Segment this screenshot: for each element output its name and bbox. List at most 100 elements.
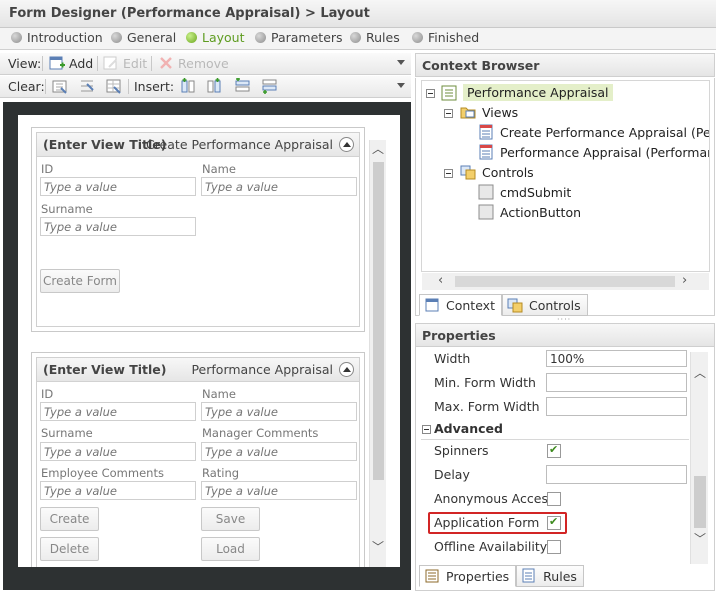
insert-row-above-button[interactable] [234,77,254,94]
create-form-button[interactable]: Create Form [40,269,120,293]
offline-availability-checkbox[interactable] [547,540,561,554]
load-button[interactable]: Load [201,537,260,561]
step-label: Rules [366,30,400,45]
step-rules[interactable]: Rules [350,30,400,45]
collapse-toggle-icon[interactable] [426,89,435,98]
scroll-up-icon[interactable]: ︿ [694,364,706,381]
tab-label: Controls [528,297,581,313]
advanced-label: Advanced [434,421,503,436]
collapse-toggle-icon[interactable] [444,109,453,118]
insert-column-left-button[interactable] [180,78,200,94]
surname-label: Surname [41,426,93,440]
clear-cell-button[interactable] [52,78,72,94]
advanced-section[interactable]: Advanced [421,420,689,440]
control-icon [478,204,494,220]
properties-scroll-thumb[interactable] [694,476,706,528]
properties-header: Properties [415,323,715,347]
view-create-performance-appraisal[interactable]: (Enter View Title) Create Performance Ap… [31,127,365,332]
toolbar-overflow-icon[interactable] [397,83,405,88]
add-view-button[interactable]: Add [49,55,93,71]
canvas-scrollbar[interactable]: ︿ ﹀ [369,140,386,567]
step-layout[interactable]: Layout [186,30,245,45]
insert-row-below-icon [261,78,277,94]
collapse-toggle-icon[interactable] [444,169,453,178]
hscroll-thumb[interactable] [455,276,675,287]
controls-icon [460,164,476,180]
tree-node-form[interactable]: Performance Appraisal [441,84,613,101]
form-surface: (Enter View Title) Create Performance Ap… [18,115,400,567]
canvas-scroll-thumb[interactable] [373,162,384,480]
spinners-checkbox[interactable] [547,443,561,458]
save-button[interactable]: Save [201,507,260,531]
name-input[interactable] [201,177,357,196]
manager-comments-label: Manager Comments [202,426,319,440]
context-tree-hscrollbar[interactable]: ‹ › [422,273,709,290]
tree-node-view-2[interactable]: Performance Appraisal (Performance [478,144,709,160]
name-label: Name [202,387,236,401]
id-input[interactable] [40,402,196,421]
name-input[interactable] [201,402,357,421]
edit-view-button[interactable]: Edit [103,55,147,71]
surname-input[interactable] [40,442,196,461]
id-label: ID [41,387,54,401]
tree-node-control-1[interactable]: cmdSubmit [478,184,571,200]
anonymous-access-checkbox[interactable] [547,492,561,506]
max-form-width-input[interactable] [546,397,687,416]
view-header: (Enter View Title) Performance Appraisal [37,358,359,382]
step-introduction[interactable]: Introduction [11,30,103,45]
tree-node-control-2[interactable]: ActionButton [478,204,581,220]
delete-button[interactable]: Delete [40,537,99,561]
remove-label: Remove [178,55,229,71]
tree-node-view-1[interactable]: Create Performance Appraisal (Perfor [478,124,710,140]
view-icon [478,144,494,160]
rating-input[interactable] [201,481,357,500]
toolbar-overflow-icon[interactable] [397,60,405,65]
tab-controls[interactable]: Controls [501,294,588,316]
employee-comments-label: Employee Comments [41,466,164,480]
clear-table-button[interactable] [106,78,126,94]
collapse-icon[interactable] [339,137,354,152]
tab-context[interactable]: Context [419,294,502,316]
surname-input[interactable] [40,217,196,236]
tab-rules[interactable]: Rules [516,565,584,587]
step-general[interactable]: General [111,30,176,45]
collapse-icon[interactable] [339,362,354,377]
properties-scrollbar[interactable]: ︿ ﹀ [690,352,708,564]
width-label: Width [434,351,471,366]
width-input[interactable] [546,350,687,367]
step-label: Layout [202,30,245,45]
insert-row-below-button[interactable] [261,78,281,94]
step-finished[interactable]: Finished [412,30,479,45]
toolbar-separator [45,79,46,94]
view-header: (Enter View Title) Create Performance Ap… [37,133,359,157]
scroll-right-icon[interactable]: › [682,273,687,288]
scroll-down-icon[interactable]: ﹀ [694,530,706,547]
add-label: Add [69,55,94,71]
scroll-down-icon[interactable]: ﹀ [372,538,384,555]
clear-row-icon [79,78,95,94]
view-performance-appraisal[interactable]: (Enter View Title) Performance Appraisal… [31,352,365,567]
collapse-toggle-icon[interactable] [422,425,431,434]
delay-input[interactable] [546,465,687,484]
tree-node-label: Performance Appraisal [463,84,613,101]
employee-comments-input[interactable] [40,481,196,500]
tree-node-views[interactable]: Views [460,104,518,120]
min-form-width-input[interactable] [546,373,687,392]
step-parameters[interactable]: Parameters [255,30,343,45]
clear-row-button[interactable] [79,78,99,94]
tree-node-label: Create Performance Appraisal (Perfor [500,124,710,140]
insert-column-right-button[interactable] [206,78,226,94]
manager-comments-input[interactable] [201,442,357,461]
create-button[interactable]: Create [40,507,99,531]
spinners-label: Spinners [434,443,489,458]
tree-node-controls[interactable]: Controls [460,164,534,180]
scroll-up-icon[interactable]: ︿ [372,140,384,157]
scroll-left-icon[interactable]: ‹ [438,273,443,288]
id-input[interactable] [40,177,196,196]
anonymous-access-label: Anonymous Access [434,491,555,506]
remove-view-button[interactable]: Remove [158,55,229,71]
step-label: General [127,30,177,45]
tab-properties[interactable]: Properties [419,565,517,587]
application-form-checkbox[interactable] [547,515,561,530]
view-title[interactable]: (Enter View Title) [43,362,167,377]
